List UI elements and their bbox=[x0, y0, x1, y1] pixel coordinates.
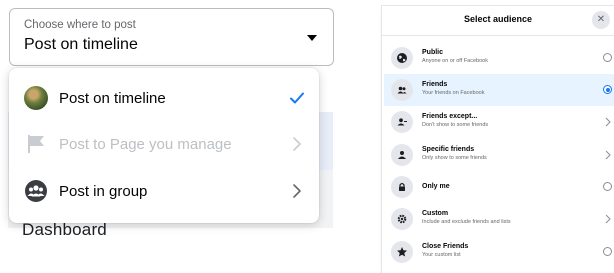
option-post-in-group[interactable]: Post in group bbox=[9, 168, 319, 214]
gear-icon bbox=[391, 208, 413, 230]
caret-down-icon bbox=[307, 35, 317, 41]
post-location-dropdown: Post on timeline Post to Page you manage bbox=[9, 68, 319, 223]
group-icon bbox=[25, 180, 47, 202]
option-label: Post on timeline bbox=[59, 90, 166, 107]
radio-button[interactable] bbox=[603, 85, 612, 94]
post-location-panel: Dashboard Choose where to post Post on t… bbox=[0, 0, 340, 273]
audience-option-custom[interactable]: Custom Include and exclude friends and l… bbox=[384, 203, 614, 235]
person-icon bbox=[391, 144, 413, 166]
option-post-to-page: Post to Page you manage bbox=[9, 121, 319, 167]
option-subtitle: Your custom list bbox=[422, 252, 461, 258]
option-subtitle: Include and exclude friends and lists bbox=[422, 219, 511, 225]
select-label: Choose where to post bbox=[24, 19, 136, 31]
background-dashboard-text: Dashboard bbox=[22, 220, 107, 239]
post-location-select[interactable]: Choose where to post Post on timeline bbox=[9, 8, 334, 66]
option-subtitle: Your friends on Facebook bbox=[422, 90, 485, 96]
option-subtitle: Anyone on or off Facebook bbox=[422, 58, 488, 64]
audience-option-public[interactable]: Public Anyone on or off Facebook bbox=[384, 42, 614, 74]
globe-icon bbox=[391, 47, 413, 69]
audience-option-close-friends[interactable]: Close Friends Your custom list bbox=[384, 236, 614, 268]
radio-button[interactable] bbox=[603, 247, 612, 256]
flag-icon bbox=[28, 135, 44, 153]
audience-option-friends[interactable]: Friends Your friends on Facebook bbox=[384, 74, 614, 106]
star-icon bbox=[391, 241, 413, 263]
chevron-right-icon bbox=[605, 117, 611, 127]
chevron-right-icon bbox=[605, 214, 611, 224]
radio-button[interactable] bbox=[603, 182, 612, 191]
audience-option-only-me[interactable]: Only me bbox=[384, 171, 614, 203]
audience-option-friends-except[interactable]: Friends except... Don't show to some fri… bbox=[384, 106, 614, 138]
select-value: Post on timeline bbox=[24, 36, 138, 53]
audience-option-specific-friends[interactable]: Specific friends Only show to some frien… bbox=[384, 139, 614, 171]
option-subtitle: Only show to some friends bbox=[422, 155, 487, 161]
option-title: Friends except... bbox=[422, 113, 478, 120]
option-label: Post to Page you manage bbox=[59, 136, 232, 153]
select-audience-dialog: Select audience ✕ Public Anyone on or of… bbox=[382, 6, 614, 273]
option-label: Post in group bbox=[59, 183, 148, 200]
option-title: Custom bbox=[422, 210, 449, 217]
dialog-header: Select audience ✕ bbox=[382, 6, 614, 36]
radio-button[interactable] bbox=[603, 53, 612, 62]
chevron-right-icon bbox=[293, 184, 301, 198]
chevron-right-icon bbox=[605, 150, 611, 160]
option-post-on-timeline[interactable]: Post on timeline bbox=[9, 75, 319, 121]
chevron-right-icon bbox=[293, 137, 301, 151]
friends-icon bbox=[391, 79, 413, 101]
friend-minus-icon bbox=[391, 111, 413, 133]
dialog-title: Select audience bbox=[463, 14, 533, 24]
option-title: Close Friends bbox=[422, 243, 469, 250]
profile-avatar-icon bbox=[24, 86, 48, 110]
option-subtitle: Don't show to some friends bbox=[422, 122, 489, 128]
lock-icon bbox=[391, 176, 413, 198]
option-title: Specific friends bbox=[422, 146, 475, 153]
option-title: Friends bbox=[422, 81, 448, 88]
close-icon[interactable]: ✕ bbox=[592, 11, 610, 29]
checkmark-icon bbox=[290, 92, 304, 104]
option-title: Public bbox=[422, 49, 444, 56]
option-title: Only me bbox=[422, 183, 450, 190]
